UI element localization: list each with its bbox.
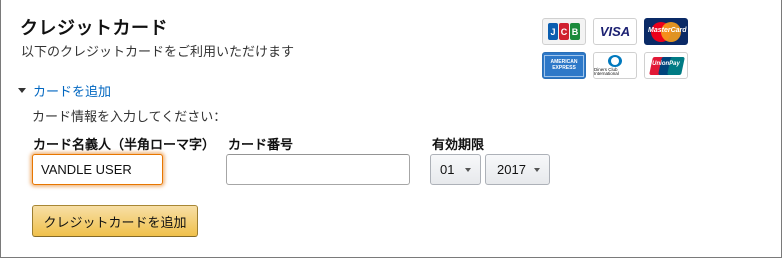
visa-logo-icon: VISA (593, 18, 637, 45)
mastercard-logo-icon: MasterCard (644, 18, 688, 45)
expiry-label: 有効期限 (432, 138, 485, 153)
add-card-instruction: カード情報を入力してください： (32, 110, 227, 125)
amex-logo-text: AMERICAN EXPRESS (544, 54, 584, 77)
caret-down-icon (18, 88, 26, 93)
amex-logo-icon: AMERICAN EXPRESS (542, 52, 586, 79)
section-title: クレジットカード (20, 18, 168, 39)
card-number-label: カード番号 (228, 138, 294, 153)
jcb-logo-icon: J C B (542, 18, 586, 45)
section-subtitle: 以下のクレジットカードをご利用いただけます (21, 45, 295, 60)
expiry-year-value: 2017 (497, 162, 526, 177)
add-card-toggle[interactable]: カードを追加 (18, 81, 111, 100)
cardholder-name-label: カード名義人（半角ローマ字） (33, 138, 216, 153)
unionpay-logo-icon: UnionPay (644, 52, 688, 79)
unionpay-logo-text: UnionPay (652, 60, 680, 67)
dropdown-arrow-icon (534, 168, 540, 172)
accepted-cards: J C B VISA MasterCard AMERICAN EXPRESS D… (542, 18, 692, 80)
visa-logo-text: VISA (599, 24, 631, 39)
diners-logo-text: Diners Club International (594, 66, 619, 76)
payment-panel: クレジットカード 以下のクレジットカードをご利用いただけます J C B VIS… (0, 0, 782, 258)
dropdown-arrow-icon (465, 168, 471, 172)
mastercard-logo-text: MasterCard (648, 26, 687, 34)
add-card-link[interactable]: カードを追加 (33, 81, 111, 100)
cardholder-name-input[interactable] (32, 154, 163, 185)
expiry-year-select[interactable]: 2017 (485, 154, 550, 185)
expiry-month-select[interactable]: 01 (430, 154, 481, 185)
card-number-input[interactable] (226, 154, 410, 185)
expiry-month-value: 01 (440, 162, 455, 177)
add-credit-card-button[interactable]: クレジットカードを追加 (32, 205, 198, 237)
diners-logo-icon: Diners Club International (593, 52, 637, 79)
